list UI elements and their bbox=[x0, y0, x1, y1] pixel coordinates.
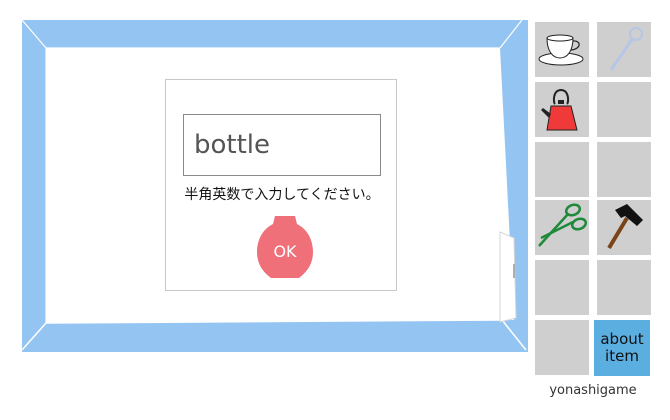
password-dialog: 半角英数で入力してください。 OK bbox=[165, 79, 397, 291]
item-slot-empty-2[interactable] bbox=[535, 142, 589, 197]
about-item-label-line2: item bbox=[605, 347, 639, 365]
item-slot-scissors[interactable] bbox=[535, 200, 589, 255]
ok-label: OK bbox=[273, 242, 297, 261]
hammer-icon bbox=[607, 204, 643, 250]
teacup-icon bbox=[538, 34, 584, 66]
item-slot-wand[interactable] bbox=[597, 22, 651, 77]
brand-label: yonashigame bbox=[549, 383, 637, 398]
answer-input[interactable] bbox=[183, 114, 381, 176]
item-slot-kettle[interactable] bbox=[535, 82, 589, 137]
item-slot-teacup[interactable] bbox=[535, 22, 589, 77]
about-item-button[interactable]: about item bbox=[594, 320, 650, 376]
kettle-icon bbox=[541, 89, 578, 131]
item-slot-empty-1[interactable] bbox=[597, 82, 651, 137]
about-item-label-line1: about bbox=[600, 330, 644, 348]
wand-icon bbox=[609, 27, 643, 71]
game-screen: 半角英数で入力してください。 OK bbox=[0, 0, 670, 420]
item-slot-empty-6[interactable] bbox=[535, 320, 589, 375]
side-door[interactable] bbox=[498, 228, 528, 324]
item-slot-empty-5[interactable] bbox=[597, 260, 651, 315]
scissors-icon bbox=[538, 203, 588, 247]
dialog-hint: 半角英数で入力してください。 bbox=[184, 187, 380, 203]
item-slot-empty-3[interactable] bbox=[597, 142, 651, 197]
item-slot-empty-4[interactable] bbox=[535, 260, 589, 315]
ok-button[interactable]: OK bbox=[257, 216, 313, 278]
item-slot-hammer[interactable] bbox=[597, 200, 651, 255]
